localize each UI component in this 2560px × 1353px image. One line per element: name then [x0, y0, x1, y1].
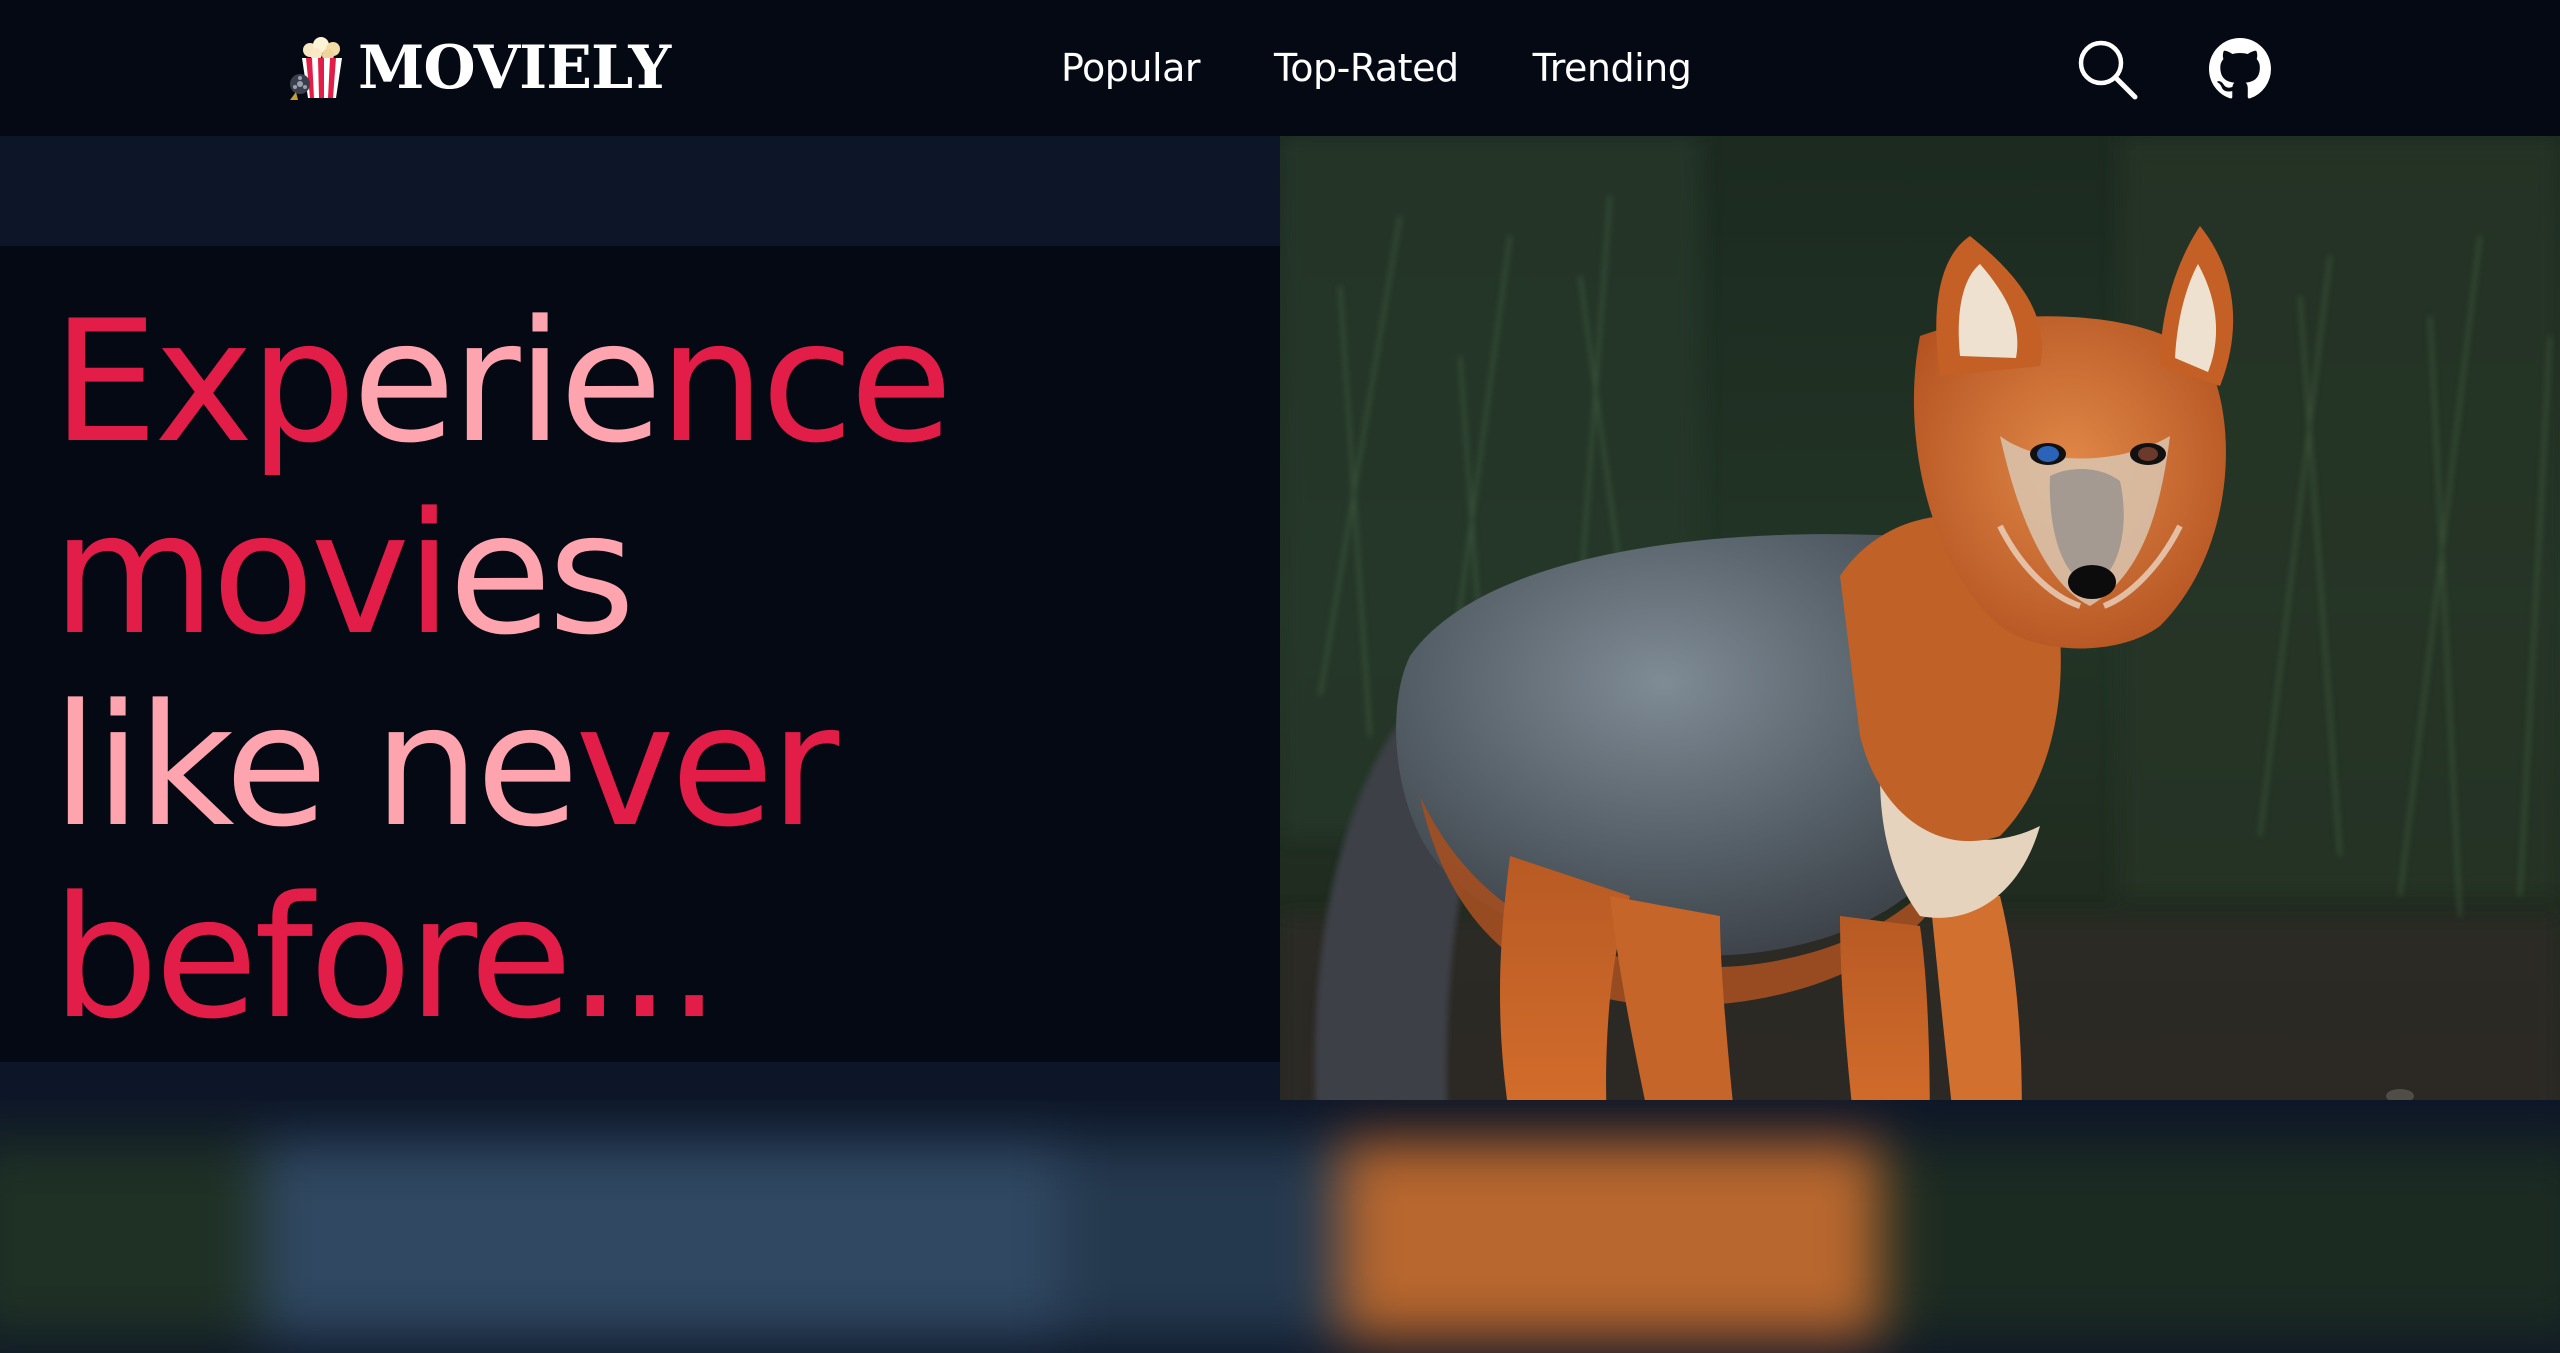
- nav-link-top-rated[interactable]: Top-Rated: [1274, 46, 1459, 90]
- hero-text-panel: Experience movies like never before...: [0, 246, 1280, 1062]
- hero-title-segment: erie: [352, 284, 662, 480]
- github-icon: [2209, 38, 2271, 99]
- brand-name: MOVIELY: [358, 33, 671, 103]
- hero-title: Experience movies like never before...: [52, 286, 1280, 1054]
- nav-links: Popular Top-Rated Trending: [1061, 0, 1692, 136]
- search-icon: [2078, 40, 2138, 100]
- hero-image-fox: [1280, 136, 2560, 1173]
- github-button[interactable]: [2207, 36, 2273, 102]
- search-button[interactable]: [2074, 36, 2140, 102]
- blurred-backdrop-strip: [0, 1100, 2560, 1353]
- hero-title-line-4: before...: [52, 862, 1280, 1054]
- hero-title-line-1: Experience: [52, 286, 1280, 478]
- hero-title-segment: movi: [52, 476, 453, 672]
- hero-title-segment: nce: [658, 284, 953, 480]
- navbar: MOVIELY Popular Top-Rated Trending: [0, 0, 2560, 136]
- nav-link-trending[interactable]: Trending: [1533, 46, 1692, 90]
- hero-title-line-3: like never: [52, 670, 1280, 862]
- brand-link[interactable]: MOVIELY: [288, 30, 671, 106]
- hero-title-segment: es: [448, 476, 636, 672]
- hero-title-segment: Exp: [52, 284, 356, 480]
- nav-link-popular[interactable]: Popular: [1061, 46, 1200, 90]
- hero-title-segment: like ne: [52, 668, 579, 864]
- popcorn-logo-icon: [290, 37, 342, 100]
- hero-title-segment: before...: [52, 860, 721, 1056]
- fox-illustration: [1280, 136, 2560, 1173]
- hero-title-segment: ver: [575, 668, 839, 864]
- hero-title-line-2: movies: [52, 478, 1280, 670]
